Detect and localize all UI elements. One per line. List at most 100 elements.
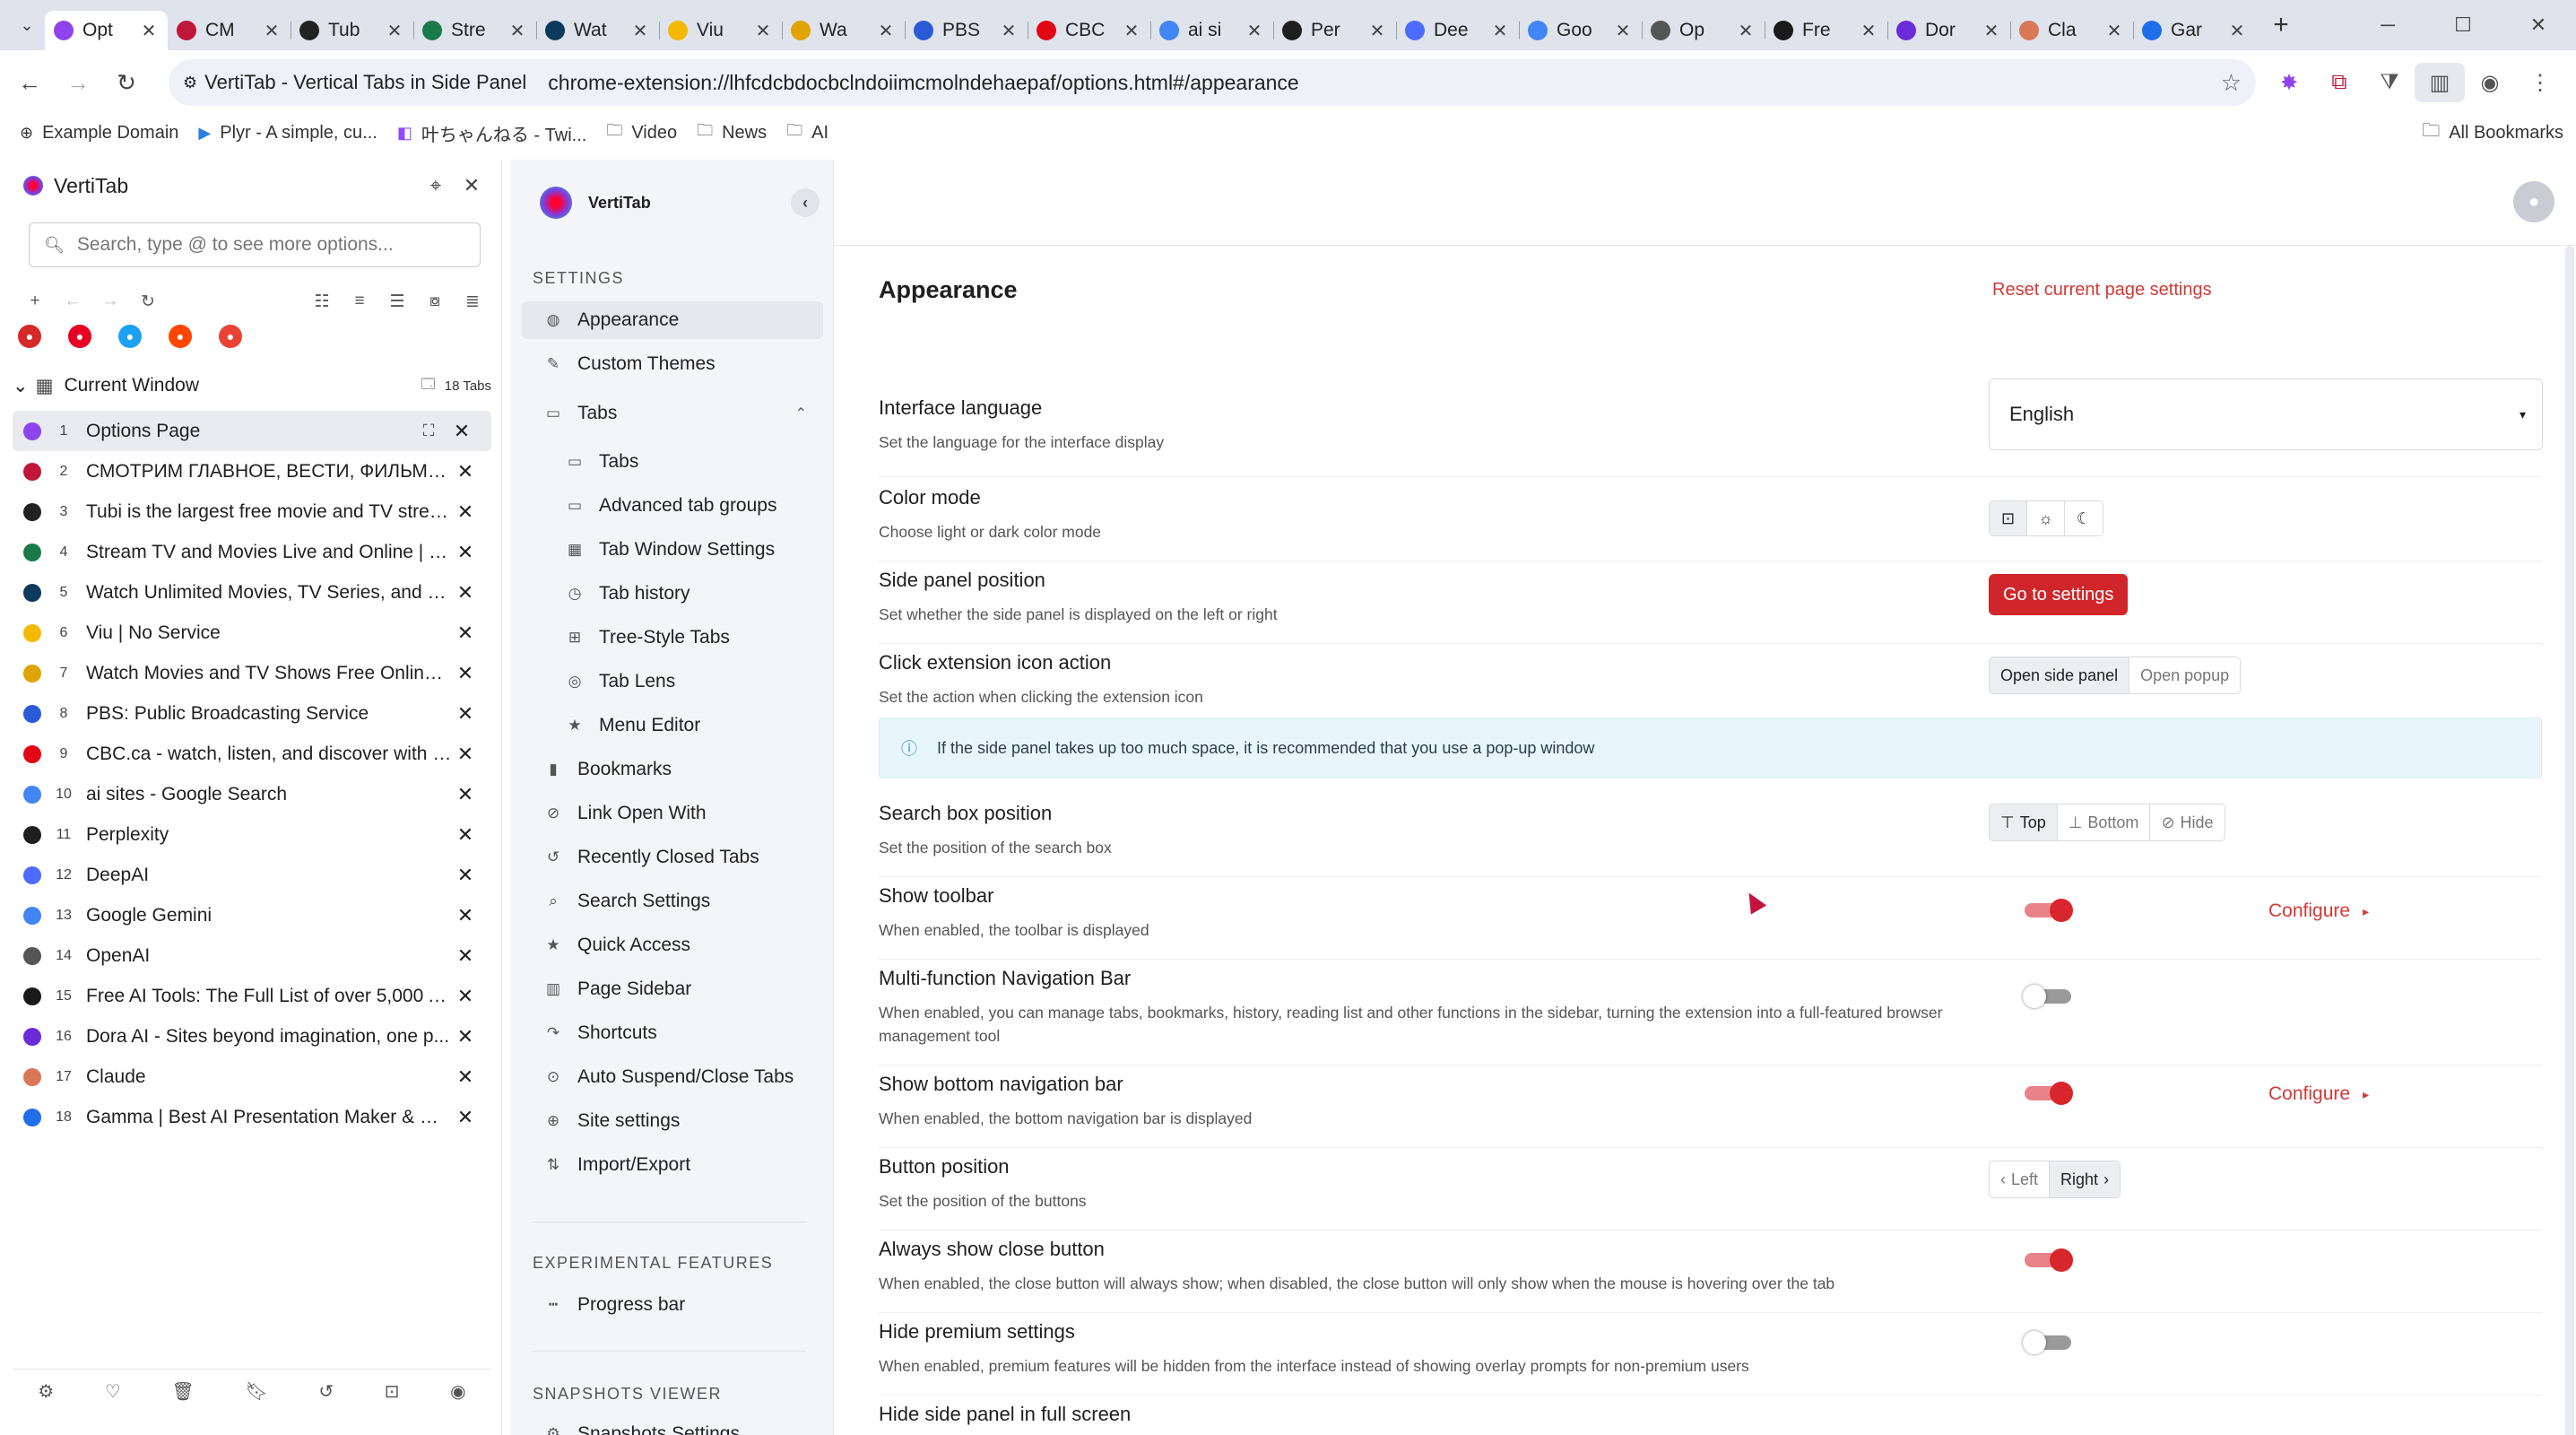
browser-tab[interactable]: Gar ✕ xyxy=(2133,11,2256,50)
color-mode-auto-icon[interactable]: ⊡ xyxy=(1990,501,2027,535)
close-icon[interactable]: ✕ xyxy=(452,823,479,847)
go-to-settings-button[interactable]: Go to settings xyxy=(1989,574,2129,615)
profile-icon[interactable]: ◉ xyxy=(2465,63,2515,102)
focus-icon[interactable]: ⛶ xyxy=(409,422,448,440)
account-icon[interactable]: ◉ xyxy=(450,1380,465,1403)
tab-list-item[interactable]: 14 OpenAI ✕ xyxy=(13,935,491,976)
close-icon[interactable]: ✕ xyxy=(1367,20,1387,42)
nav-page-sidebar[interactable]: ▥ Page Sidebar xyxy=(522,970,823,1008)
forward-icon[interactable]: → xyxy=(91,291,129,311)
bookmark-item[interactable]: 🗀 AI xyxy=(786,119,828,146)
pinned-site-icon[interactable]: ● xyxy=(68,325,91,348)
menu-dots-icon[interactable]: ⋮ xyxy=(2515,63,2565,102)
browser-tab[interactable]: Opt ✕ xyxy=(45,11,168,50)
nav-link-open-with[interactable]: ⊘ Link Open With xyxy=(522,795,823,832)
user-avatar[interactable]: ● xyxy=(2513,181,2554,222)
minimize-button[interactable]: ─ xyxy=(2350,0,2425,50)
settings-gear-icon[interactable]: ⚙ xyxy=(38,1380,54,1403)
maximize-button[interactable]: ☐ xyxy=(2425,0,2501,50)
hide-premium-toggle[interactable] xyxy=(2023,1331,2073,1354)
browser-tab[interactable]: ai si ✕ xyxy=(1150,11,1273,50)
reset-settings-link[interactable]: Reset current page settings xyxy=(1992,280,2212,300)
extension-chip[interactable]: ⚙ VertiTab - Vertical Tabs in Side Panel xyxy=(183,71,526,94)
nav-site-settings[interactable]: ⊕ Site settings xyxy=(522,1102,823,1140)
browser-tab[interactable]: Wa ✕ xyxy=(782,11,905,50)
browser-tab[interactable]: Dee ✕ xyxy=(1396,11,1519,50)
back-icon[interactable]: ← xyxy=(54,291,91,311)
puzzle-icon[interactable]: ⧩ xyxy=(2364,63,2415,102)
browser-tab[interactable]: Dor ✕ xyxy=(1887,11,2010,50)
segment-option[interactable]: ‹ Left xyxy=(1990,1161,2051,1197)
bottom-nav-configure-link[interactable]: Configure ▸ xyxy=(2268,1083,2369,1105)
browser-tab[interactable]: CBC ✕ xyxy=(1028,11,1150,50)
search-input[interactable] xyxy=(76,234,463,256)
new-tab-button[interactable]: + xyxy=(2263,10,2299,40)
more-icon[interactable]: ≣ xyxy=(454,291,491,312)
bookmark-star-icon[interactable]: ☆ xyxy=(2221,69,2242,97)
close-icon[interactable]: ✕ xyxy=(1490,20,1510,42)
close-icon[interactable]: ✕ xyxy=(452,1025,479,1048)
tab-list-item[interactable]: 3 Tubi is the largest free movie and TV s… xyxy=(13,491,491,532)
omnibox[interactable]: ⚙ VertiTab - Vertical Tabs in Side Panel… xyxy=(169,59,2256,106)
add-icon[interactable]: + xyxy=(16,291,54,311)
bookmark-icon[interactable]: 🔖︎ xyxy=(245,1380,267,1403)
toolbar-toggle[interactable] xyxy=(2023,899,2073,922)
tab-list-item[interactable]: 16 Dora AI - Sites beyond imagination, on… xyxy=(13,1016,491,1057)
close-icon[interactable]: ✕ xyxy=(452,783,479,806)
camera-icon[interactable]: ⊡ xyxy=(385,1380,400,1403)
close-icon[interactable]: ✕ xyxy=(876,20,896,42)
tab-list-item[interactable]: 11 Perplexity ✕ xyxy=(13,814,491,855)
close-icon[interactable]: ✕ xyxy=(452,622,479,645)
close-icon[interactable]: ✕ xyxy=(452,702,479,726)
close-icon[interactable]: ✕ xyxy=(2227,20,2247,42)
nav-menu-editor[interactable]: ★ Menu Editor xyxy=(522,707,823,744)
nav-recently-closed-tabs[interactable]: ↺ Recently Closed Tabs xyxy=(522,839,823,876)
language-select[interactable]: English ▾ xyxy=(1989,378,2543,450)
browser-tab[interactable]: Fre ✕ xyxy=(1765,11,1887,50)
bookmark-item[interactable]: ⊕ Example Domain xyxy=(20,119,178,146)
bookmark-item[interactable]: 🗀 News xyxy=(697,119,767,146)
tab-search-button[interactable]: ⌄ xyxy=(9,7,45,43)
close-icon[interactable]: ✕ xyxy=(1245,20,1264,42)
segment-option[interactable]: ⊥ Bottom xyxy=(2058,804,2151,840)
tab-list-item[interactable]: 8 PBS: Public Broadcasting Service ✕ xyxy=(13,693,491,734)
history-icon[interactable]: ↺ xyxy=(318,1380,334,1403)
group-icon[interactable]: ☷ xyxy=(303,291,341,312)
close-icon[interactable]: ✕ xyxy=(452,1106,479,1129)
close-icon[interactable]: ✕ xyxy=(1122,20,1141,42)
browser-tab[interactable]: Goo ✕ xyxy=(1519,11,1642,50)
bookmark-item[interactable]: ◧ 叶ちゃんねる - Twi... xyxy=(397,119,586,146)
tab-list-item[interactable]: 2 СМОТРИМ ГЛАВНОЕ, ВЕСТИ, ФИЛЬМЫ, ... ✕ xyxy=(13,451,491,491)
close-icon[interactable]: ✕ xyxy=(1736,20,1756,42)
tab-list-item[interactable]: 13 Google Gemini ✕ xyxy=(13,895,491,935)
browser-tab[interactable]: Cla ✕ xyxy=(2010,11,2133,50)
pinned-site-icon[interactable]: ● xyxy=(18,325,41,348)
nav-appearance[interactable]: ◍ Appearance xyxy=(522,301,823,339)
bookmark-item[interactable]: ▶ Plyr - A simple, cu... xyxy=(198,119,377,146)
all-bookmarks[interactable]: 🗀 All Bookmarks xyxy=(2422,117,2563,148)
nav-tab-window-settings[interactable]: ▦ Tab Window Settings xyxy=(522,531,823,569)
bookmark-item[interactable]: 🗀 Video xyxy=(606,119,677,146)
list-icon[interactable]: ☰ xyxy=(378,291,416,312)
close-icon[interactable]: ✕ xyxy=(1613,20,1633,42)
toolbar-configure-link[interactable]: Configure ▸ xyxy=(2268,900,2369,922)
browser-tab[interactable]: CM ✕ xyxy=(168,11,291,50)
close-icon[interactable]: ✕ xyxy=(1982,20,2001,42)
nav-quick-access[interactable]: ★ Quick Access xyxy=(522,926,823,964)
close-icon[interactable]: ✕ xyxy=(452,944,479,968)
browser-tab[interactable]: Op ✕ xyxy=(1642,11,1765,50)
color-mode-dark-icon[interactable]: ☾ xyxy=(2065,501,2103,535)
nav-bookmarks[interactable]: ▮ Bookmarks xyxy=(522,751,823,788)
close-icon[interactable]: ✕ xyxy=(452,864,479,887)
multi-nav-toggle[interactable] xyxy=(2023,985,2073,1008)
tab-list-item[interactable]: 4 Stream TV and Movies Live and Online | … xyxy=(13,532,491,572)
reload-button[interactable]: ↻ xyxy=(108,64,145,101)
sort-icon[interactable]: ≡ xyxy=(341,291,378,311)
url-text[interactable]: chrome-extension://lhfcdcbdocbclndoiimcm… xyxy=(548,71,1298,95)
nav-tree-style-tabs[interactable]: ⊞ Tree-Style Tabs xyxy=(522,619,823,657)
tab-list-item[interactable]: 17 Claude ✕ xyxy=(13,1057,491,1097)
nav-import-export[interactable]: ⇅ Import/Export xyxy=(522,1146,823,1184)
vertitab-extension-icon[interactable]: ✸ xyxy=(2264,63,2314,102)
tab-list-item[interactable]: 15 Free AI Tools: The Full List of over 5… xyxy=(13,976,491,1016)
segment-option[interactable]: ⊘ Hide xyxy=(2150,804,2224,840)
